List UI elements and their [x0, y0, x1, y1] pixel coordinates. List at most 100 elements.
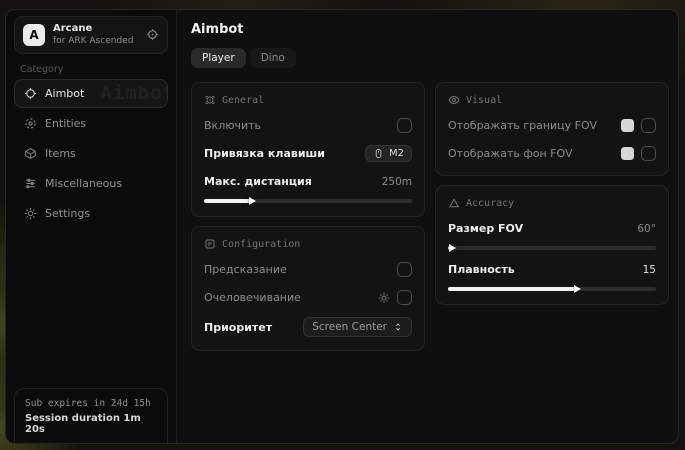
enable-checkbox[interactable] — [397, 118, 412, 133]
session-info-card: Sub expires in 24d 15h Session duration … — [14, 388, 168, 443]
humanize-row: Очеловечивание — [204, 289, 412, 306]
slider-thumb[interactable] — [249, 197, 256, 205]
fov-border-color-swatch[interactable] — [621, 119, 634, 132]
ghost-watermark: Aimbot — [100, 82, 168, 104]
gear-icon — [24, 207, 37, 220]
page-title: Aimbot — [191, 22, 669, 37]
sidebar: A Arcane for ARK Ascended Category Aimbo… — [6, 10, 177, 443]
app-window: A Arcane for ARK Ascended Category Aimbo… — [5, 9, 679, 444]
humanize-label: Очеловечивание — [204, 291, 301, 304]
card-general: General Включить Привязка клавиши M2 — [191, 82, 425, 217]
gear-icon[interactable] — [378, 292, 390, 304]
max-distance-label: Макс. дистанция — [204, 175, 312, 188]
max-distance-value: 250m — [382, 176, 412, 188]
logo-letter: A — [29, 28, 38, 42]
fov-bg-checkbox[interactable] — [641, 146, 656, 161]
sidebar-item-label: Items — [45, 147, 76, 160]
enable-label: Включить — [204, 119, 261, 132]
cards-grid: General Включить Привязка клавиши M2 — [191, 82, 669, 351]
sidebar-item-miscellaneous[interactable]: Miscellaneous — [14, 169, 168, 198]
app-logo: A — [23, 24, 45, 46]
fov-bg-row: Отображать фон FOV — [448, 145, 656, 162]
keybind-row: Привязка клавиши M2 — [204, 145, 412, 162]
app-name: Arcane — [53, 23, 138, 36]
sidebar-item-label: Aimbot — [45, 87, 84, 100]
tune-icon — [204, 238, 216, 250]
keybind-value: M2 — [389, 148, 404, 159]
sidebar-item-settings[interactable]: Settings — [14, 199, 168, 228]
prediction-row: Предсказание — [204, 261, 412, 278]
slider-fill — [204, 199, 252, 203]
general-title: General — [222, 95, 264, 106]
visual-title: Visual — [466, 95, 502, 106]
tab-bar: Player Dino — [191, 48, 669, 68]
prediction-label: Предсказание — [204, 263, 287, 276]
main-content: Aimbot Player Dino General Включить — [177, 10, 679, 443]
app-subtitle: for ARK Ascended — [53, 36, 138, 47]
sidebar-nav: Aimbot Aimbot Entities Items Miscellane — [6, 79, 176, 228]
fov-size-label: Размер FOV — [448, 222, 523, 235]
card-configuration: Configuration Предсказание Очеловечивани… — [191, 226, 425, 351]
sidebar-item-label: Settings — [45, 207, 90, 220]
right-column: Visual Отображать границу FOV Отображать… — [435, 82, 669, 305]
smoothness-slider[interactable] — [448, 287, 656, 291]
crosshair-icon — [24, 87, 37, 100]
delta-icon — [448, 197, 460, 209]
app-logo-card: A Arcane for ARK Ascended — [14, 16, 168, 54]
chevrons-up-down-icon — [393, 322, 403, 332]
fov-size-row: Размер FOV 60° — [448, 220, 656, 237]
smoothness-row: Плавность 15 — [448, 261, 656, 278]
humanize-controls — [378, 290, 412, 305]
accuracy-header: Accuracy — [448, 197, 656, 209]
humanize-checkbox[interactable] — [397, 290, 412, 305]
visual-header: Visual — [448, 94, 656, 106]
slider-thumb[interactable] — [574, 285, 581, 293]
category-label: Category — [20, 64, 162, 75]
sub-expires-text: Sub expires in 24d 15h — [25, 398, 157, 409]
slider-thumb[interactable] — [449, 244, 456, 252]
configuration-header: Configuration — [204, 238, 412, 250]
fov-border-row: Отображать границу FOV — [448, 117, 656, 134]
max-distance-slider[interactable] — [204, 199, 412, 203]
tab-player[interactable]: Player — [191, 48, 246, 68]
left-column: General Включить Привязка клавиши M2 — [191, 82, 425, 351]
card-visual: Visual Отображать границу FOV Отображать… — [435, 82, 669, 176]
mouse-icon — [373, 148, 384, 159]
sidebar-item-entities[interactable]: Entities — [14, 109, 168, 138]
fov-bg-color-swatch[interactable] — [621, 147, 634, 160]
fov-size-slider[interactable] — [448, 246, 656, 250]
sidebar-item-label: Miscellaneous — [45, 177, 122, 190]
accuracy-title: Accuracy — [466, 198, 514, 209]
priority-select[interactable]: Screen Center — [303, 317, 412, 337]
enable-row: Включить — [204, 117, 412, 134]
app-title-block: Arcane for ARK Ascended — [53, 23, 138, 47]
priority-row: Приоритет Screen Center — [204, 317, 412, 337]
fov-bg-label: Отображать фон FOV — [448, 147, 572, 160]
sidebar-item-items[interactable]: Items — [14, 139, 168, 168]
fov-border-checkbox[interactable] — [641, 118, 656, 133]
smoothness-value: 15 — [643, 264, 656, 276]
slider-fill — [448, 246, 452, 250]
prediction-checkbox[interactable] — [397, 262, 412, 277]
card-accuracy: Accuracy Размер FOV 60° Плавность 15 — [435, 185, 669, 305]
general-header: General — [204, 94, 412, 106]
keybind-button[interactable]: M2 — [365, 145, 412, 162]
tab-dino[interactable]: Dino — [250, 48, 296, 68]
sliders-icon — [24, 177, 37, 190]
slider-fill — [448, 287, 577, 291]
fov-size-value: 60° — [637, 223, 656, 235]
fov-border-controls — [621, 118, 656, 133]
crosshair-target-icon[interactable] — [146, 28, 159, 41]
session-duration-text: Session duration 1m 20s — [25, 413, 157, 435]
priority-label: Приоритет — [204, 321, 272, 334]
priority-value: Screen Center — [312, 321, 387, 333]
package-icon — [24, 147, 37, 160]
max-distance-row: Макс. дистанция 250m — [204, 173, 412, 190]
keybind-label: Привязка клавиши — [204, 147, 325, 160]
fov-bg-controls — [621, 146, 656, 161]
eye-icon — [448, 94, 460, 106]
target-icon — [204, 94, 216, 106]
smoothness-label: Плавность — [448, 263, 515, 276]
sidebar-item-aimbot[interactable]: Aimbot Aimbot — [14, 79, 168, 108]
fov-border-label: Отображать границу FOV — [448, 119, 597, 132]
